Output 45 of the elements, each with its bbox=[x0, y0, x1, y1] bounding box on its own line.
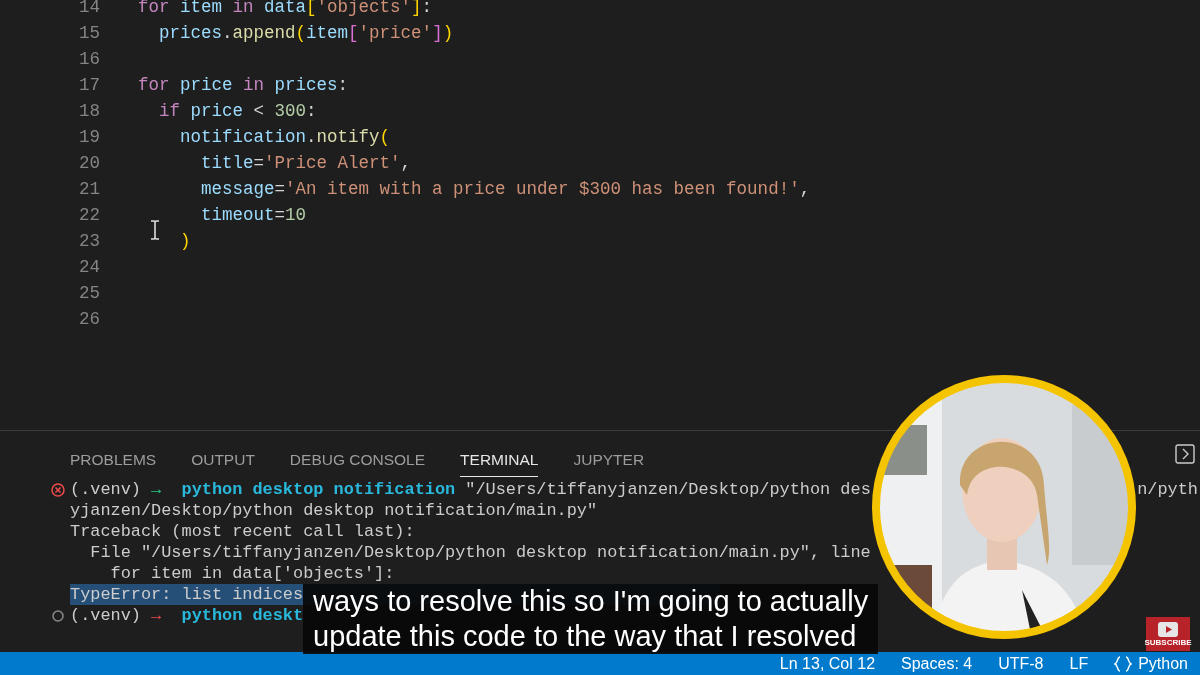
line-number: 19 bbox=[78, 126, 100, 149]
terminal-line: (.venv) → python desktop notification "/Users/tiffanyjanzen/Desktop/python des bbox=[70, 479, 871, 500]
circle-icon bbox=[51, 609, 65, 623]
code-line: for item in data['objects']: bbox=[138, 0, 433, 19]
code-line: if price < 300: bbox=[159, 100, 317, 123]
line-number: 14 bbox=[78, 0, 100, 19]
status-item[interactable]: LF bbox=[1069, 651, 1089, 675]
text-cursor-icon bbox=[150, 220, 160, 240]
terminal-line: Traceback (most recent call last): bbox=[70, 521, 415, 542]
code-line: prices.append(item['price']) bbox=[159, 22, 454, 45]
line-number: 15 bbox=[78, 22, 100, 45]
terminal-line: for item in data['objects']: bbox=[109, 563, 395, 584]
panel-tab[interactable]: TERMINAL bbox=[460, 431, 539, 477]
status-item[interactable]: Ln 13, Col 12 bbox=[779, 651, 876, 675]
status-item[interactable]: UTF-8 bbox=[998, 651, 1044, 675]
code-line: notification.notify( bbox=[180, 126, 391, 149]
terminal-text: n/pyth bbox=[1137, 479, 1198, 500]
code-line: title='Price Alert', bbox=[201, 152, 412, 175]
terminal-line: File "/Users/tiffanyjanzen/Desktop/python desktop notification/main.py", line bbox=[89, 542, 871, 563]
panel-tab[interactable]: OUTPUT bbox=[191, 431, 255, 477]
code-line: ) bbox=[180, 230, 191, 253]
panel-tab[interactable]: PROBLEMS bbox=[70, 431, 157, 477]
terminal-line: yjanzen/Desktop/python desktop notification/main.py" bbox=[70, 500, 598, 521]
line-number: 22 bbox=[78, 204, 100, 227]
line-number: 24 bbox=[78, 256, 100, 279]
panel-tab[interactable]: JUPYTER bbox=[573, 431, 645, 477]
line-number: 25 bbox=[78, 282, 100, 305]
line-number: 16 bbox=[78, 48, 100, 71]
line-number: 23 bbox=[78, 230, 100, 253]
terminal-line: (.venv) → python deskt bbox=[70, 605, 304, 626]
error-icon bbox=[51, 483, 65, 497]
line-number: 26 bbox=[78, 308, 100, 331]
line-number: 21 bbox=[78, 178, 100, 201]
play-icon bbox=[1158, 622, 1178, 637]
code-line: message='An item with a price under $300 has been found!', bbox=[201, 178, 811, 201]
line-number: 20 bbox=[78, 152, 100, 175]
code-line: for price in prices: bbox=[138, 74, 349, 97]
braces-icon bbox=[1114, 655, 1133, 672]
maximize-panel-icon[interactable] bbox=[1175, 444, 1195, 464]
status-item[interactable]: Python bbox=[1138, 651, 1188, 675]
line-number: 18 bbox=[78, 100, 100, 123]
line-number: 17 bbox=[78, 74, 100, 97]
code-line: timeout=10 bbox=[201, 204, 307, 227]
status-item[interactable]: Spaces: 4 bbox=[901, 651, 973, 675]
panel-tab[interactable]: DEBUG CONSOLE bbox=[289, 431, 426, 477]
